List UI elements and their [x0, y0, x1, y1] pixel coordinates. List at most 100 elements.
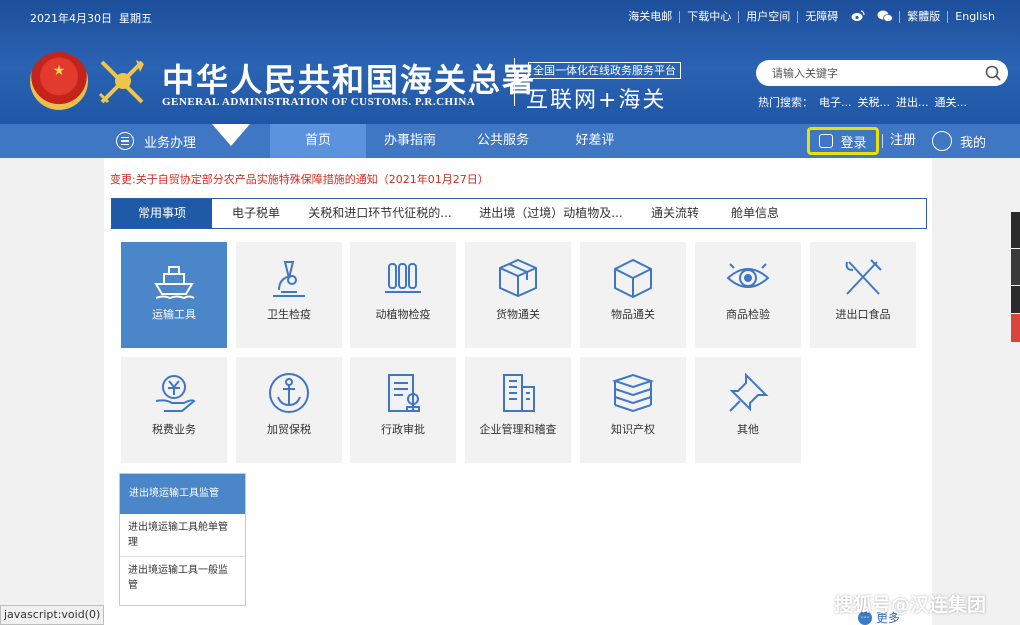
tab-home[interactable]: 首页: [270, 124, 366, 158]
site-title-cn[interactable]: 中华人民共和国海关总署: [162, 55, 536, 101]
anchor-icon: [269, 373, 309, 413]
cage-icon: [385, 263, 421, 293]
traditional-chinese-link[interactable]: 繁體版: [899, 11, 947, 23]
tile-commodity-inspection[interactable]: 商品检验: [695, 242, 801, 348]
document-stamp-icon: [388, 374, 420, 412]
submenu-title[interactable]: 进出境运输工具监管: [120, 474, 245, 514]
yuan-hand-icon: [155, 375, 196, 412]
platform-badge: 全国一体化在线政务服务平台: [528, 62, 681, 79]
wechat-icon[interactable]: [871, 10, 899, 24]
hot-search-label: 热门搜索：: [758, 96, 813, 109]
tile-label: 货物通关: [496, 308, 540, 321]
hot-search: 热门搜索： 电子... 关税... 进出... 通关...: [758, 94, 973, 110]
tile-label: 其他: [737, 423, 759, 436]
tile-food-import-export[interactable]: 进出口食品: [810, 242, 916, 348]
register-link[interactable]: 注册: [890, 124, 916, 158]
tab-e-tax[interactable]: 电子税单: [220, 199, 292, 228]
building-icon: [503, 374, 535, 412]
nav-notch: [212, 124, 250, 146]
login-button[interactable]: 登录: [807, 127, 879, 155]
tile-label: 物品通关: [611, 308, 655, 321]
my-account-button[interactable]: 我的: [932, 124, 986, 158]
side-toolbar-item[interactable]: [1011, 212, 1020, 248]
tab-clearance[interactable]: 通关流转: [640, 199, 710, 228]
tab-guide[interactable]: 办事指南: [366, 124, 454, 158]
business-menu-label: 业务办理: [144, 135, 197, 151]
tile-label: 税费业务: [152, 423, 196, 436]
weibo-icon[interactable]: [845, 10, 871, 24]
tile-bonded-processing[interactable]: 加贸保税: [236, 357, 342, 463]
search-icon[interactable]: [984, 64, 1002, 82]
tile-label: 商品检验: [726, 308, 770, 321]
tile-label: 加贸保税: [267, 423, 311, 436]
tile-label: 动植物检疫: [375, 308, 431, 321]
customs-logo-icon: [98, 60, 144, 104]
date-display: 2021年4月30日 星期五: [30, 10, 152, 26]
tile-health-quarantine[interactable]: 卫生检疫: [236, 242, 342, 348]
tab-tariff[interactable]: 关税和进口环节代征税的...: [298, 199, 462, 228]
submenu-item[interactable]: 进出境运输工具舱单管理: [120, 514, 245, 557]
eye-icon: [726, 263, 770, 288]
search-box: [756, 60, 1008, 86]
top-link-accessibility[interactable]: 无障碍: [797, 11, 845, 23]
tile-enterprise-audit[interactable]: 企业管理和稽查: [465, 357, 571, 463]
submenu-item[interactable]: 进出境运输工具一般监管: [120, 557, 245, 599]
national-emblem-icon: ★: [30, 52, 88, 110]
tab-rating[interactable]: 好差评: [552, 124, 638, 158]
user-icon: [932, 131, 952, 151]
top-bar: 2021年4月30日 星期五 海关电邮 下载中心 用户空间 无障碍 繁體版 En…: [0, 10, 1020, 28]
tile-intellectual-property[interactable]: 知识产权: [580, 357, 686, 463]
tile-article-clearance[interactable]: 物品通关: [580, 242, 686, 348]
menu-icon: [116, 132, 134, 150]
search-input[interactable]: [772, 64, 972, 82]
top-link-user-space[interactable]: 用户空间: [738, 11, 797, 23]
platform-name: 互联网+海关: [526, 88, 667, 113]
tile-admin-approval[interactable]: 行政审批: [350, 357, 456, 463]
tile-goods-clearance[interactable]: 货物通关: [465, 242, 571, 348]
weekday-text: 星期五: [119, 12, 152, 25]
site-header: 2021年4月30日 星期五 海关电邮 下载中心 用户空间 无障碍 繁體版 En…: [0, 0, 1020, 124]
tile-label: 运输工具: [152, 308, 196, 321]
tile-label: 企业管理和稽查: [479, 423, 557, 436]
microscope-icon: [273, 261, 305, 297]
notice-link[interactable]: 变更:关于自贸协定部分农产品实施特殊保障措施的通知（2021年01月27日）: [110, 171, 489, 187]
tab-common[interactable]: 常用事项: [112, 199, 212, 228]
watermark: 搜狐号@汉连集团: [834, 594, 987, 616]
site-title-en: GENERAL ADMINISTRATION OF CUSTOMS. P.R.C…: [162, 96, 476, 108]
top-link-download[interactable]: 下载中心: [679, 11, 738, 23]
tile-transport[interactable]: 运输工具: [121, 242, 227, 348]
tile-label: 知识产权: [611, 423, 655, 436]
english-link[interactable]: English: [947, 11, 1002, 23]
tile-label: 行政审批: [381, 423, 425, 436]
tile-tax-business[interactable]: 税费业务: [121, 357, 227, 463]
hot-search-item[interactable]: 通关...: [935, 96, 968, 109]
status-bar: javascript:void(0): [0, 605, 105, 625]
side-toolbar-item[interactable]: [1011, 286, 1020, 313]
side-toolbar-item[interactable]: [1011, 314, 1020, 342]
tile-label: 进出口食品: [835, 308, 891, 321]
hot-search-item[interactable]: 关税...: [858, 96, 891, 109]
hot-search-item[interactable]: 电子...: [819, 96, 852, 109]
main-nav: 业务办理 首页 办事指南 公共服务 好差评 登录 注册 我的: [0, 124, 1020, 158]
top-link-email[interactable]: 海关电邮: [621, 11, 679, 23]
login-icon: [819, 134, 834, 148]
tab-quarantine[interactable]: 进出境（过境）动植物及...: [468, 199, 634, 228]
side-toolbar-item[interactable]: [1011, 249, 1020, 285]
tab-manifest[interactable]: 舱单信息: [720, 199, 790, 228]
login-label: 登录: [840, 135, 867, 151]
books-icon: [611, 373, 655, 413]
tile-other[interactable]: 其他: [695, 357, 801, 463]
cube-icon: [614, 258, 652, 299]
tab-public-service[interactable]: 公共服务: [460, 124, 546, 158]
box-icon: [499, 258, 537, 298]
pin-icon: [729, 372, 769, 412]
category-tabs: 常用事项 电子税单 关税和进口环节代征税的... 进出境（过境）动植物及... …: [111, 198, 927, 229]
header-divider: [514, 58, 515, 106]
tile-label: 卫生检疫: [267, 308, 311, 321]
nav-divider: [882, 134, 883, 148]
tile-animal-plant-quarantine[interactable]: 动植物检疫: [350, 242, 456, 348]
fork-knife-icon: [845, 259, 882, 295]
business-menu-button[interactable]: 业务办理: [116, 124, 196, 158]
hot-search-item[interactable]: 进出...: [896, 96, 929, 109]
date-text: 2021年4月30日: [30, 12, 112, 25]
